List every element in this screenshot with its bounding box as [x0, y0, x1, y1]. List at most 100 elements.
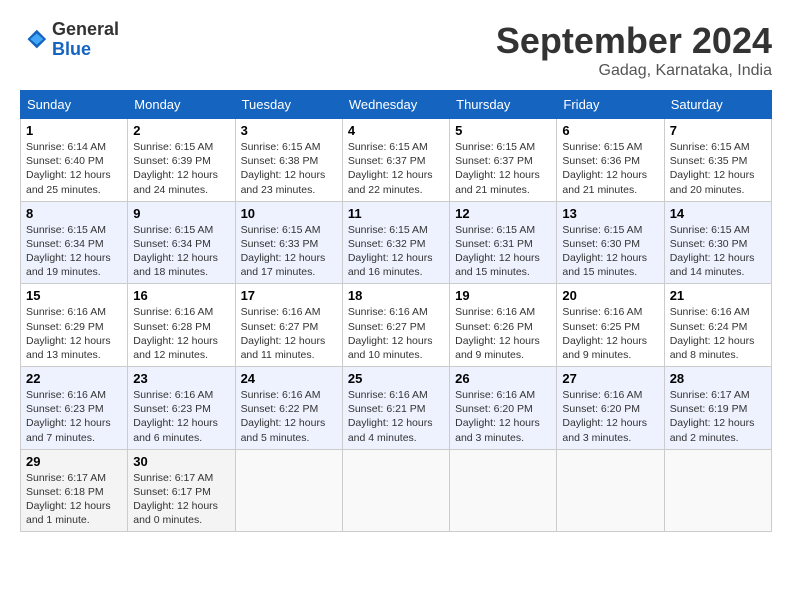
- cell-content: Sunrise: 6:15 AM Sunset: 6:34 PM Dayligh…: [26, 223, 122, 280]
- calendar-cell: 18 Sunrise: 6:16 AM Sunset: 6:27 PM Dayli…: [342, 284, 449, 367]
- day-number: 26: [455, 371, 551, 386]
- day-number: 13: [562, 206, 658, 221]
- calendar-cell: 28 Sunrise: 6:17 AM Sunset: 6:19 PM Dayli…: [664, 367, 771, 450]
- logo-text-blue: Blue: [52, 40, 119, 60]
- cell-content: Sunrise: 6:15 AM Sunset: 6:35 PM Dayligh…: [670, 140, 766, 197]
- cell-content: Sunrise: 6:16 AM Sunset: 6:20 PM Dayligh…: [455, 388, 551, 445]
- calendar-cell: 7 Sunrise: 6:15 AM Sunset: 6:35 PM Daylig…: [664, 119, 771, 202]
- logo-text-general: General: [52, 20, 119, 40]
- day-number: 6: [562, 123, 658, 138]
- calendar-cell: 30 Sunrise: 6:17 AM Sunset: 6:17 PM Dayli…: [128, 449, 235, 532]
- calendar-cell: [342, 449, 449, 532]
- header-monday: Monday: [128, 91, 235, 119]
- day-number: 1: [26, 123, 122, 138]
- cell-content: Sunrise: 6:15 AM Sunset: 6:38 PM Dayligh…: [241, 140, 337, 197]
- calendar-week-2: 8 Sunrise: 6:15 AM Sunset: 6:34 PM Daylig…: [21, 201, 772, 284]
- calendar-cell: 11 Sunrise: 6:15 AM Sunset: 6:32 PM Dayli…: [342, 201, 449, 284]
- calendar-cell: 12 Sunrise: 6:15 AM Sunset: 6:31 PM Dayli…: [450, 201, 557, 284]
- cell-content: Sunrise: 6:16 AM Sunset: 6:20 PM Dayligh…: [562, 388, 658, 445]
- cell-content: Sunrise: 6:16 AM Sunset: 6:23 PM Dayligh…: [133, 388, 229, 445]
- calendar-cell: 3 Sunrise: 6:15 AM Sunset: 6:38 PM Daylig…: [235, 119, 342, 202]
- calendar-cell: 10 Sunrise: 6:15 AM Sunset: 6:33 PM Dayli…: [235, 201, 342, 284]
- calendar-table: SundayMondayTuesdayWednesdayThursdayFrid…: [20, 90, 772, 532]
- cell-content: Sunrise: 6:15 AM Sunset: 6:32 PM Dayligh…: [348, 223, 444, 280]
- title-block: September 2024 Gadag, Karnataka, India: [496, 20, 772, 80]
- cell-content: Sunrise: 6:15 AM Sunset: 6:34 PM Dayligh…: [133, 223, 229, 280]
- calendar-cell: 5Sunrise: 6:15 AM Sunset: 6:37 PM Daylig…: [450, 119, 557, 202]
- day-number: 4: [348, 123, 444, 138]
- day-number: 20: [562, 288, 658, 303]
- day-number: 16: [133, 288, 229, 303]
- day-number: 3: [241, 123, 337, 138]
- calendar-cell: [557, 449, 664, 532]
- calendar-cell: 26 Sunrise: 6:16 AM Sunset: 6:20 PM Dayli…: [450, 367, 557, 450]
- calendar-cell: 14 Sunrise: 6:15 AM Sunset: 6:30 PM Dayli…: [664, 201, 771, 284]
- day-number: 22: [26, 371, 122, 386]
- header-tuesday: Tuesday: [235, 91, 342, 119]
- day-number: 9: [133, 206, 229, 221]
- calendar-cell: [450, 449, 557, 532]
- logo-icon: [20, 26, 48, 54]
- cell-content: Sunrise: 6:15 AM Sunset: 6:30 PM Dayligh…: [670, 223, 766, 280]
- calendar-week-3: 15 Sunrise: 6:16 AM Sunset: 6:29 PM Dayli…: [21, 284, 772, 367]
- cell-content: Sunrise: 6:15 AM Sunset: 6:30 PM Dayligh…: [562, 223, 658, 280]
- cell-content: Sunrise: 6:17 AM Sunset: 6:17 PM Dayligh…: [133, 471, 229, 528]
- calendar-cell: 22Sunrise: 6:16 AM Sunset: 6:23 PM Dayli…: [21, 367, 128, 450]
- day-number: 7: [670, 123, 766, 138]
- day-number: 27: [562, 371, 658, 386]
- calendar-cell: 25 Sunrise: 6:16 AM Sunset: 6:21 PM Dayli…: [342, 367, 449, 450]
- header-friday: Friday: [557, 91, 664, 119]
- cell-content: Sunrise: 6:16 AM Sunset: 6:29 PM Dayligh…: [26, 305, 122, 362]
- day-number: 19: [455, 288, 551, 303]
- day-number: 28: [670, 371, 766, 386]
- day-number: 8: [26, 206, 122, 221]
- header-saturday: Saturday: [664, 91, 771, 119]
- day-number: 29: [26, 454, 122, 469]
- day-number: 30: [133, 454, 229, 469]
- day-number: 24: [241, 371, 337, 386]
- day-number: 23: [133, 371, 229, 386]
- cell-content: Sunrise: 6:15 AM Sunset: 6:37 PM Dayligh…: [348, 140, 444, 197]
- day-number: 18: [348, 288, 444, 303]
- calendar-cell: 27 Sunrise: 6:16 AM Sunset: 6:20 PM Dayli…: [557, 367, 664, 450]
- calendar-header-row: SundayMondayTuesdayWednesdayThursdayFrid…: [21, 91, 772, 119]
- cell-content: Sunrise: 6:15 AM Sunset: 6:33 PM Dayligh…: [241, 223, 337, 280]
- day-number: 14: [670, 206, 766, 221]
- cell-content: Sunrise: 6:15 AM Sunset: 6:37 PM Dayligh…: [455, 140, 551, 197]
- header-wednesday: Wednesday: [342, 91, 449, 119]
- day-number: 2: [133, 123, 229, 138]
- cell-content: Sunrise: 6:17 AM Sunset: 6:19 PM Dayligh…: [670, 388, 766, 445]
- header-thursday: Thursday: [450, 91, 557, 119]
- page-header: General Blue September 2024 Gadag, Karna…: [20, 20, 772, 80]
- calendar-cell: 29 Sunrise: 6:17 AM Sunset: 6:18 PM Dayli…: [21, 449, 128, 532]
- cell-content: Sunrise: 6:16 AM Sunset: 6:22 PM Dayligh…: [241, 388, 337, 445]
- calendar-cell: 23 Sunrise: 6:16 AM Sunset: 6:23 PM Dayli…: [128, 367, 235, 450]
- calendar-cell: 19 Sunrise: 6:16 AM Sunset: 6:26 PM Dayli…: [450, 284, 557, 367]
- month-title: September 2024: [496, 20, 772, 62]
- calendar-cell: 8 Sunrise: 6:15 AM Sunset: 6:34 PM Daylig…: [21, 201, 128, 284]
- day-number: 25: [348, 371, 444, 386]
- calendar-cell: 16 Sunrise: 6:16 AM Sunset: 6:28 PM Dayli…: [128, 284, 235, 367]
- calendar-cell: 17 Sunrise: 6:16 AM Sunset: 6:27 PM Dayli…: [235, 284, 342, 367]
- calendar-cell: 1 Sunrise: 6:14 AM Sunset: 6:40 PM Daylig…: [21, 119, 128, 202]
- cell-content: Sunrise: 6:16 AM Sunset: 6:21 PM Dayligh…: [348, 388, 444, 445]
- cell-content: Sunrise: 6:15 AM Sunset: 6:31 PM Dayligh…: [455, 223, 551, 280]
- cell-content: Sunrise: 6:16 AM Sunset: 6:27 PM Dayligh…: [348, 305, 444, 362]
- cell-content: Sunrise: 6:16 AM Sunset: 6:27 PM Dayligh…: [241, 305, 337, 362]
- header-sunday: Sunday: [21, 91, 128, 119]
- cell-content: Sunrise: 6:16 AM Sunset: 6:26 PM Dayligh…: [455, 305, 551, 362]
- cell-content: Sunrise: 6:16 AM Sunset: 6:28 PM Dayligh…: [133, 305, 229, 362]
- location: Gadag, Karnataka, India: [496, 62, 772, 80]
- cell-content: Sunrise: 6:17 AM Sunset: 6:18 PM Dayligh…: [26, 471, 122, 528]
- day-number: 17: [241, 288, 337, 303]
- cell-content: Sunrise: 6:15 AM Sunset: 6:36 PM Dayligh…: [562, 140, 658, 197]
- cell-content: Sunrise: 6:15 AM Sunset: 6:39 PM Dayligh…: [133, 140, 229, 197]
- day-number: 15: [26, 288, 122, 303]
- calendar-cell: 4 Sunrise: 6:15 AM Sunset: 6:37 PM Daylig…: [342, 119, 449, 202]
- cell-content: Sunrise: 6:16 AM Sunset: 6:25 PM Dayligh…: [562, 305, 658, 362]
- day-number: 12: [455, 206, 551, 221]
- calendar-cell: 15 Sunrise: 6:16 AM Sunset: 6:29 PM Dayli…: [21, 284, 128, 367]
- day-number: 10: [241, 206, 337, 221]
- day-number: 11: [348, 206, 444, 221]
- cell-content: Sunrise: 6:14 AM Sunset: 6:40 PM Dayligh…: [26, 140, 122, 197]
